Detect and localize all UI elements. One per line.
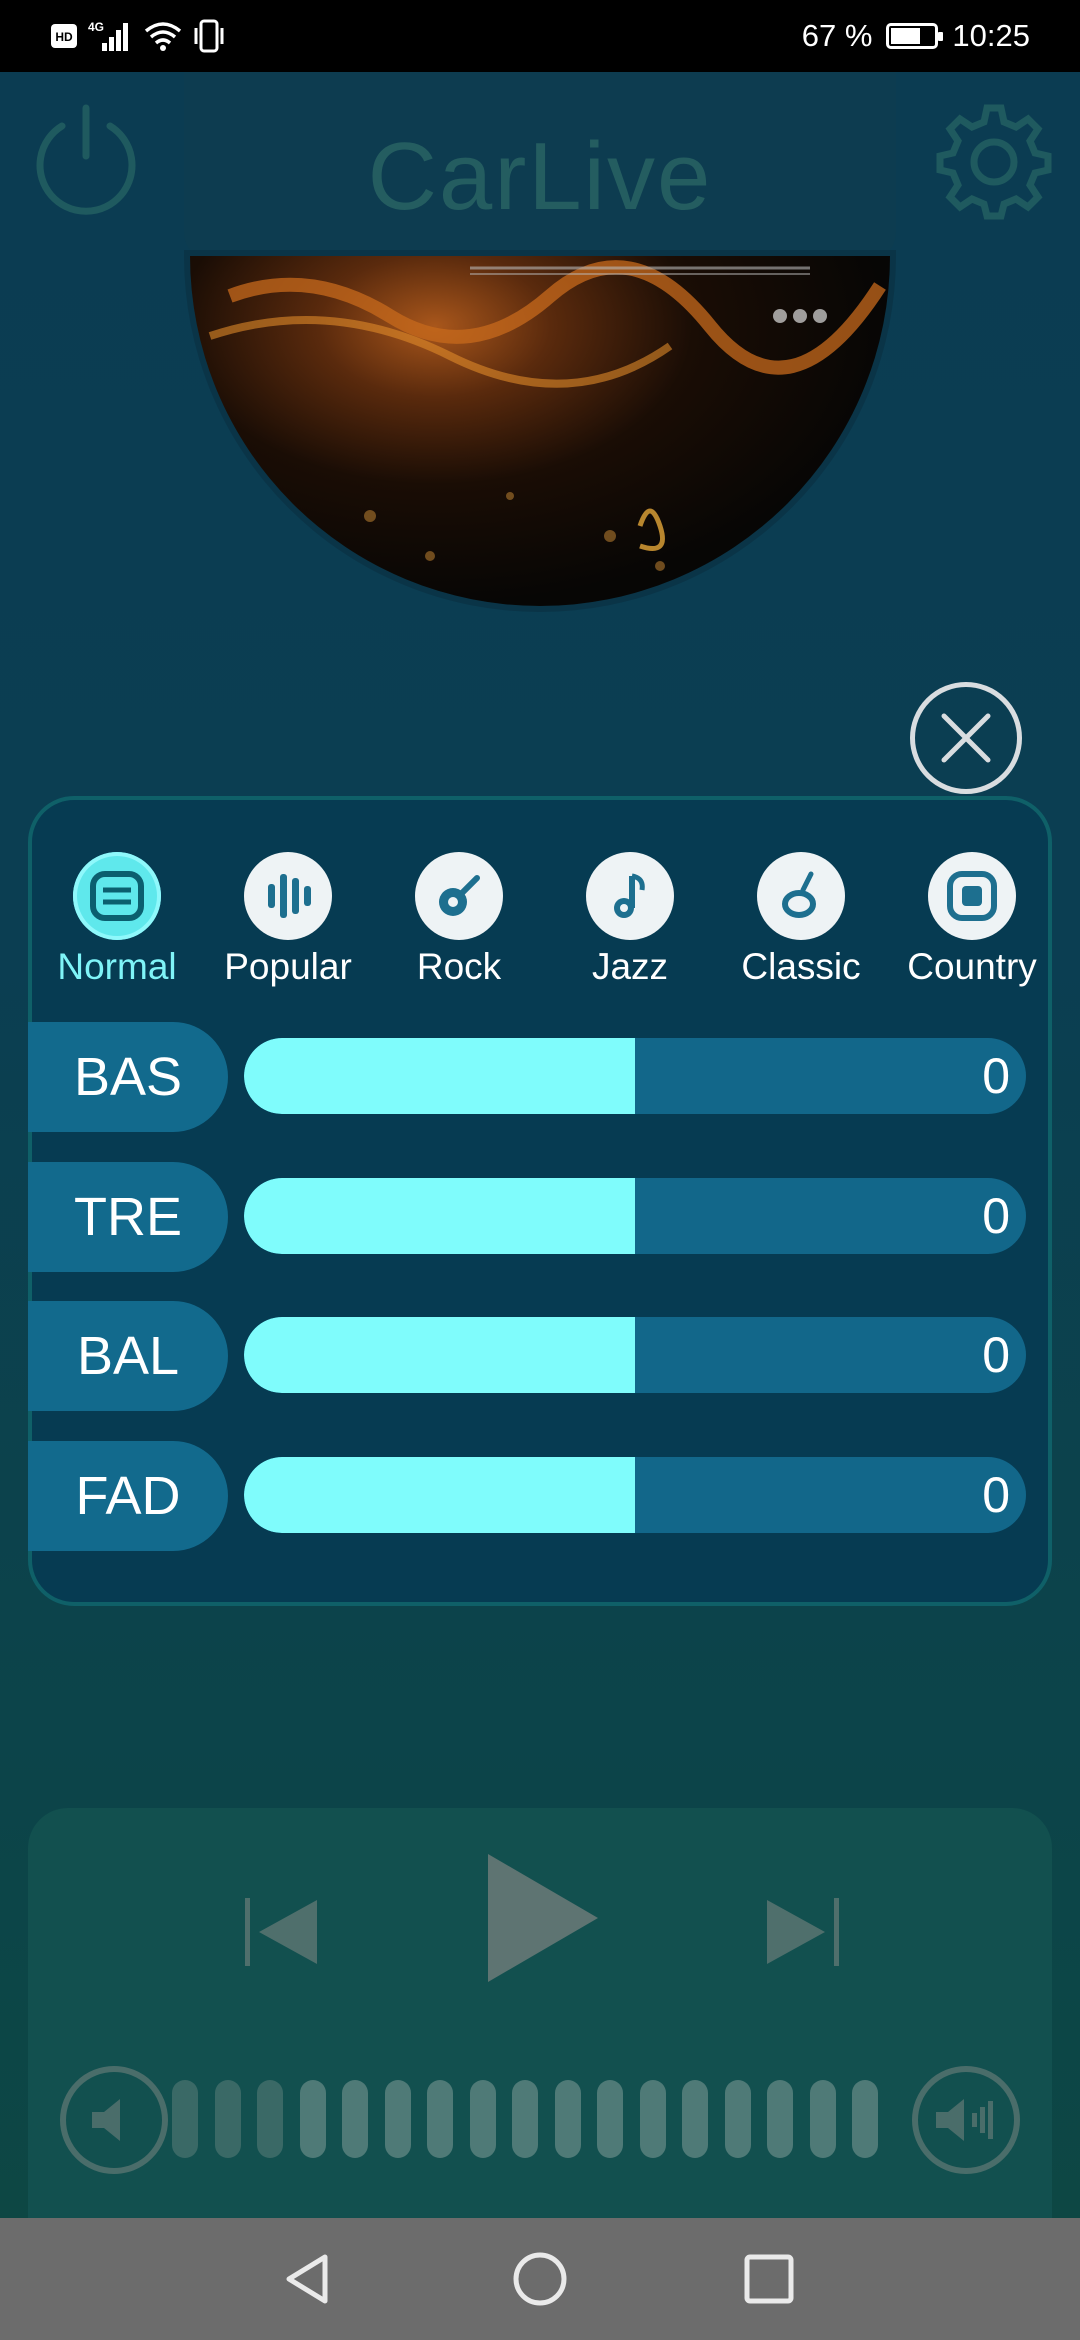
svg-text:HD: HD (55, 30, 73, 44)
close-icon (941, 713, 991, 763)
preset-rock[interactable]: Rock (374, 852, 544, 988)
volume-segment (342, 2080, 368, 2158)
bass-slider-row: BAS 0 (28, 1022, 1056, 1132)
volume-segment (469, 2080, 496, 2158)
power-icon[interactable] (28, 100, 144, 216)
balance-slider-row: BAL 0 (28, 1301, 1056, 1411)
treble-value: 0 (982, 1188, 1010, 1244)
country-preset-icon (928, 852, 1016, 940)
balance-label: BAL (28, 1301, 228, 1411)
back-icon (286, 2254, 328, 2304)
balance-slider-fill (244, 1317, 635, 1393)
country-icon (947, 871, 997, 921)
back-button[interactable] (274, 2244, 344, 2314)
navigation-bar (0, 2218, 1080, 2340)
volume-segment (384, 2080, 411, 2158)
classic-preset-icon (757, 852, 845, 940)
volume-segment (554, 2080, 581, 2158)
balance-value: 0 (982, 1327, 1010, 1383)
treble-label: TRE (28, 1162, 228, 1272)
volume-segment (767, 2080, 793, 2158)
popular-preset-icon (244, 852, 332, 940)
app-title: CarLive (367, 123, 713, 230)
hd-icon: HD (51, 24, 77, 48)
fader-label: FAD (28, 1441, 228, 1551)
equalizer-panel: Normal Popular Rock Jazz Classic Country… (28, 796, 1052, 1606)
preset-list: Normal Popular Rock Jazz Classic Country (32, 852, 1056, 992)
preset-popular[interactable]: Popular (203, 852, 373, 988)
music-note-icon (614, 873, 645, 918)
volume-segment (809, 2080, 836, 2158)
previous-track-icon[interactable] (243, 1894, 323, 1970)
vibrate-icon (194, 19, 224, 53)
volume-segment (724, 2080, 751, 2158)
volume-down-button[interactable] (60, 2066, 168, 2174)
fader-slider-row: FAD 0 (28, 1441, 1056, 1551)
preset-label: Normal (57, 946, 177, 987)
preset-jazz[interactable]: Jazz (545, 852, 715, 988)
volume-segment (214, 2080, 241, 2158)
preset-label: Country (907, 946, 1037, 987)
volume-segment (427, 2080, 453, 2158)
treble-slider-fill (244, 1178, 635, 1254)
sound-bars-icon (268, 874, 311, 918)
recents-icon (744, 2254, 794, 2304)
album-art (190, 256, 890, 606)
svg-text:4G: 4G (88, 20, 104, 34)
bass-value: 0 (982, 1048, 1010, 1104)
normal-preset-icon (73, 852, 161, 940)
volume-segment (512, 2080, 538, 2158)
jazz-preset-icon (586, 852, 674, 940)
preset-label: Jazz (591, 946, 669, 987)
gear-icon[interactable] (934, 102, 1054, 222)
bass-slider[interactable]: 0 (244, 1038, 1026, 1114)
rock-preset-icon (415, 852, 503, 940)
volume-segment (597, 2080, 623, 2158)
clock: 10:25 (952, 18, 1030, 53)
close-button[interactable] (910, 682, 1022, 794)
signal-icon: 4G (88, 20, 128, 51)
preset-country[interactable]: Country (887, 852, 1057, 988)
bass-slider-fill (244, 1038, 635, 1114)
fader-slider-fill (244, 1457, 635, 1533)
treble-slider-row: TRE 0 (28, 1162, 1056, 1272)
play-icon[interactable] (480, 1848, 604, 1988)
next-track-icon[interactable] (761, 1894, 841, 1970)
preset-label: Rock (416, 946, 502, 987)
volume-segment (852, 2080, 878, 2158)
wifi-icon (144, 22, 182, 51)
treble-slider[interactable]: 0 (244, 1178, 1026, 1254)
fader-slider[interactable]: 0 (244, 1457, 1026, 1533)
battery-icon (886, 23, 944, 49)
volume-up-button[interactable] (912, 2066, 1020, 2174)
volume-up-icon (936, 2099, 993, 2141)
home-icon (513, 2252, 567, 2306)
recents-button[interactable] (734, 2244, 804, 2314)
battery-percent: 67 % (801, 18, 873, 53)
preset-label: Popular (224, 946, 352, 987)
preset-classic[interactable]: Classic (716, 852, 886, 988)
volume-down-icon (92, 2099, 120, 2141)
home-button[interactable] (505, 2244, 575, 2314)
preset-normal[interactable]: Normal (32, 852, 202, 988)
volume-level-bar[interactable] (172, 2080, 878, 2158)
bass-label: BAS (28, 1022, 228, 1132)
balance-slider[interactable]: 0 (244, 1317, 1026, 1393)
violin-icon (782, 871, 816, 918)
guitar-icon (439, 875, 480, 916)
album-art-image (208, 260, 886, 571)
normal-icon (90, 871, 144, 921)
volume-segment (299, 2080, 326, 2158)
volume-segment (639, 2080, 666, 2158)
volume-segment (172, 2080, 198, 2158)
preset-label: Classic (741, 946, 861, 987)
volume-segment (682, 2080, 708, 2158)
status-bar: HD 4G 67 % 10:25 (0, 0, 1080, 72)
volume-segment (257, 2080, 283, 2158)
status-icons-left: HD 4G (50, 18, 226, 54)
fader-value: 0 (982, 1467, 1010, 1523)
status-icons-right: 67 % 10:25 (802, 14, 1030, 58)
